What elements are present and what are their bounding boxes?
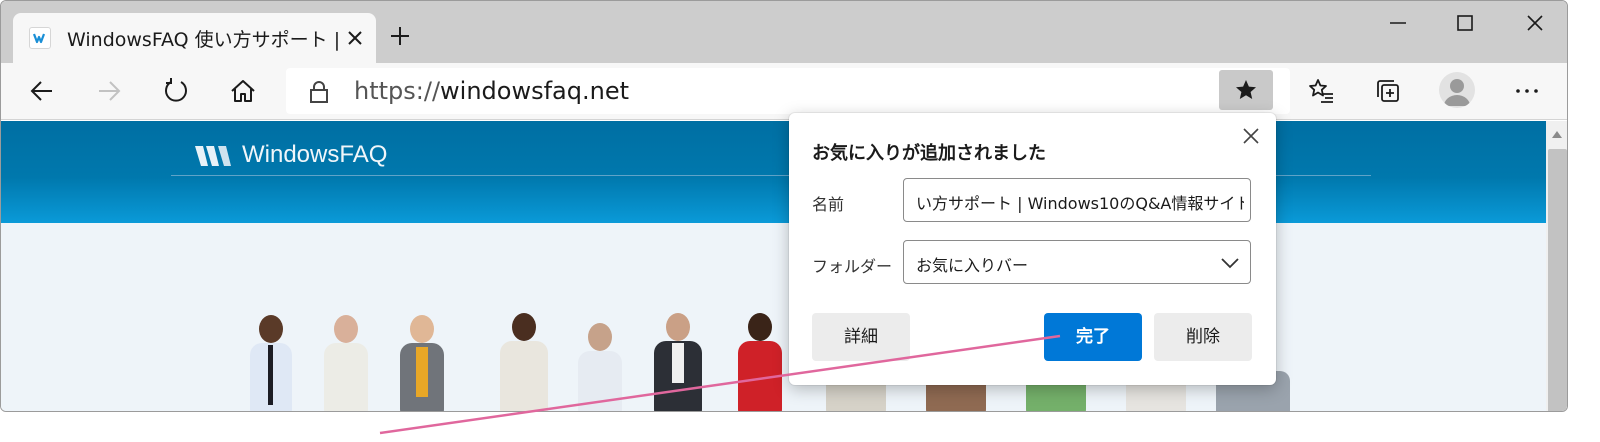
remove-button[interactable]: 削除	[1154, 313, 1252, 361]
refresh-icon[interactable]	[162, 77, 190, 105]
plus-icon[interactable]	[388, 24, 412, 48]
favorite-star-button[interactable]	[1219, 70, 1273, 110]
site-name[interactable]: WindowsFAQ	[242, 141, 387, 169]
url-text: https://windowsfaq.net	[354, 77, 629, 105]
tab-title: WindowsFAQ 使い方サポート | Windows10のQ&A情報サイト	[67, 29, 342, 51]
forward-icon[interactable]	[95, 77, 123, 105]
favicon-icon	[29, 27, 51, 49]
name-field-value: い方サポート | Windows10のQ&A情報サイト	[916, 194, 1244, 213]
site-logo-icon[interactable]	[194, 144, 234, 174]
collections-icon[interactable]	[1374, 77, 1402, 105]
maximize-icon[interactable]	[1453, 11, 1477, 35]
back-icon[interactable]	[28, 77, 56, 105]
vertical-scrollbar[interactable]	[1546, 121, 1567, 411]
tab-strip: WindowsFAQ 使い方サポート | Windows10のQ&A情報サイト	[1, 1, 1567, 63]
address-bar[interactable]: https://windowsfaq.net	[286, 68, 1290, 114]
folder-label: フォルダー	[812, 257, 893, 276]
home-icon[interactable]	[229, 77, 257, 105]
chevron-down-icon	[1221, 258, 1239, 269]
favorite-added-dialog: お気に入りが追加されました 名前 い方サポート | Windows10のQ&A情…	[789, 113, 1276, 385]
page-content: WindowsFAQ	[1, 121, 1546, 411]
more-button[interactable]: 詳細	[812, 313, 910, 361]
close-icon[interactable]	[1241, 126, 1261, 146]
close-icon[interactable]	[343, 26, 367, 50]
dialog-title: お気に入りが追加されました	[812, 143, 1046, 164]
active-tab[interactable]: WindowsFAQ 使い方サポート | Windows10のQ&A情報サイト	[13, 13, 376, 63]
folder-select-value: お気に入りバー	[916, 256, 1029, 275]
name-field[interactable]: い方サポート | Windows10のQ&A情報サイト	[903, 178, 1251, 222]
site-header: WindowsFAQ	[1, 121, 1546, 223]
favorites-icon[interactable]	[1307, 77, 1335, 105]
url-scheme: https://	[354, 77, 441, 105]
scroll-up-icon[interactable]	[1551, 129, 1563, 139]
folder-select[interactable]: お気に入りバー	[903, 240, 1251, 284]
scrollbar-thumb[interactable]	[1548, 149, 1567, 411]
name-label: 名前	[812, 195, 845, 214]
done-button[interactable]: 完了	[1044, 313, 1142, 361]
browser-toolbar: https://windowsfaq.net	[1, 63, 1567, 120]
browser-window: WindowsFAQ 使い方サポート | Windows10のQ&A情報サイト	[0, 0, 1568, 412]
profile-icon[interactable]	[1439, 72, 1475, 108]
star-icon	[1236, 80, 1256, 99]
close-window-icon[interactable]	[1523, 11, 1547, 35]
lock-icon[interactable]	[308, 80, 330, 108]
minimize-icon[interactable]	[1386, 11, 1410, 35]
more-icon[interactable]	[1513, 77, 1541, 105]
url-host: windowsfaq.net	[440, 77, 629, 105]
